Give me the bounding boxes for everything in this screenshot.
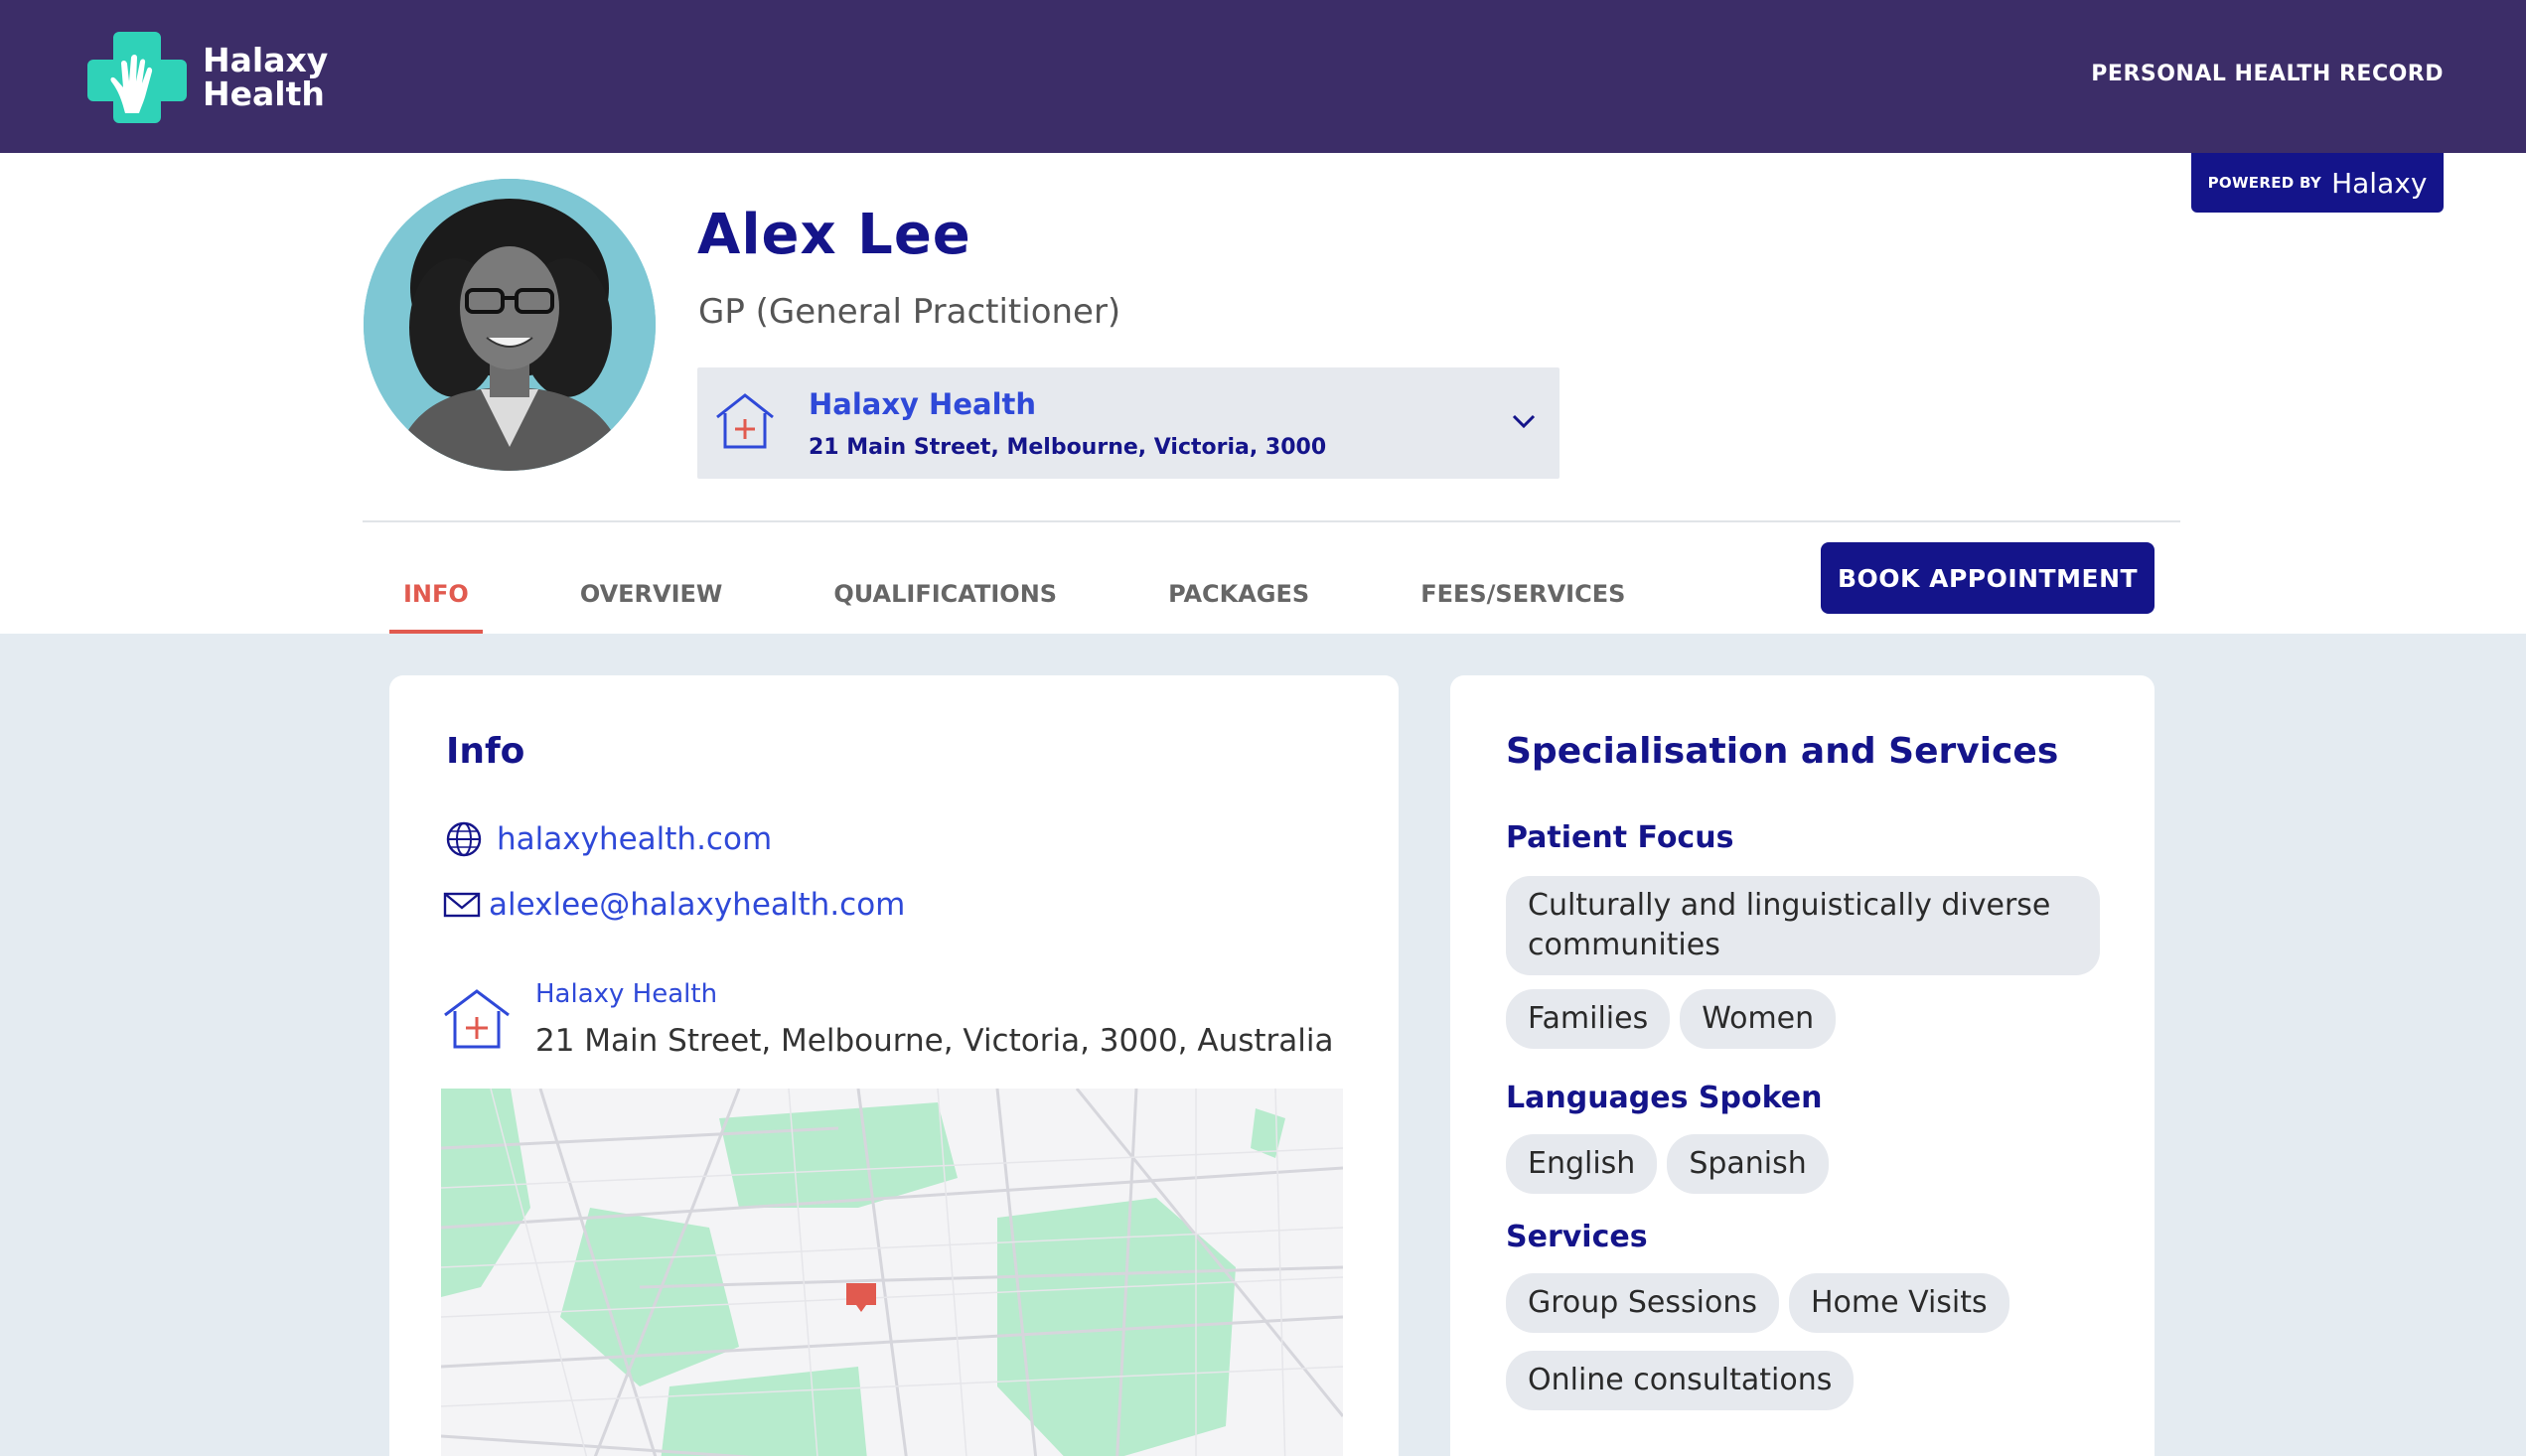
avatar <box>364 179 656 471</box>
tab-fees-services[interactable]: FEES/SERVICES <box>1407 568 1639 628</box>
service-chip: Group Sessions <box>1506 1273 1779 1333</box>
languages-heading: Languages Spoken <box>1506 1081 1823 1115</box>
patient-focus-chip: Women <box>1680 989 1837 1049</box>
book-appointment-button[interactable]: BOOK APPOINTMENT <box>1821 542 2155 614</box>
service-chip: Home Visits <box>1788 1273 2009 1333</box>
website-link[interactable]: halaxyhealth.com <box>497 821 772 857</box>
specialisation-title: Specialisation and Services <box>1506 731 2059 772</box>
location-selector[interactable]: Halaxy Health 21 Main Street, Melbourne,… <box>697 367 1560 479</box>
language-chips: English Spanish <box>1506 1134 2112 1194</box>
email-row: alexlee@halaxyhealth.com <box>443 886 905 924</box>
tab-overview[interactable]: OVERVIEW <box>566 568 737 628</box>
location-name: Halaxy Health <box>809 387 1037 421</box>
powered-by-badge[interactable]: POWERED BY Halaxy <box>2191 153 2444 213</box>
info-title: Info <box>446 731 525 772</box>
language-chip: Spanish <box>1667 1134 1829 1194</box>
personal-health-record-link[interactable]: PERSONAL HEALTH RECORD <box>2091 62 2444 86</box>
top-bar: Halaxy Health PERSONAL HEALTH RECORD <box>0 0 2526 153</box>
address-full: 21 Main Street, Melbourne, Victoria, 300… <box>535 1023 1334 1059</box>
powered-by-label: POWERED BY <box>2207 174 2322 192</box>
location-address: 21 Main Street, Melbourne, Victoria, 300… <box>809 435 1327 460</box>
divider <box>363 520 2180 522</box>
brand-line1: Halaxy <box>203 41 329 79</box>
service-chip: Online consultations <box>1506 1351 1855 1410</box>
specialisation-card: Specialisation and Services Patient Focu… <box>1450 675 2155 1456</box>
profile-section: POWERED BY Halaxy Alex Lee GP (General P… <box>0 153 2526 634</box>
avatar-portrait <box>364 179 656 471</box>
tab-packages[interactable]: PACKAGES <box>1154 568 1323 628</box>
provider-name: Alex Lee <box>697 203 971 267</box>
patient-focus-heading: Patient Focus <box>1506 820 1734 855</box>
powered-by-brand: Halaxy <box>2331 166 2428 200</box>
brand-name: Halaxy Health <box>203 44 328 111</box>
patient-focus-chip: Families <box>1506 989 1671 1049</box>
brand-logo[interactable]: Halaxy Health <box>87 26 336 129</box>
services-heading: Services <box>1506 1220 1648 1254</box>
website-row: halaxyhealth.com <box>445 820 772 858</box>
profile-tabs: INFO OVERVIEW QUALIFICATIONS PACKAGES FE… <box>389 568 1722 634</box>
patient-focus-chips: Culturally and linguistically diverse co… <box>1506 876 2112 1049</box>
info-card: Info halaxyhealth.com alexlee@halaxyheal… <box>389 675 1399 1456</box>
language-chip: English <box>1506 1134 1658 1194</box>
halaxy-cross-icon <box>87 28 187 127</box>
address-name-link[interactable]: Halaxy Health <box>535 979 717 1009</box>
chevron-down-icon[interactable] <box>1506 403 1542 439</box>
email-link[interactable]: alexlee@halaxyhealth.com <box>489 887 905 923</box>
tab-qualifications[interactable]: QUALIFICATIONS <box>819 568 1071 628</box>
globe-icon <box>445 820 483 858</box>
provider-role: GP (General Practitioner) <box>698 292 1121 332</box>
clinic-icon <box>713 391 777 451</box>
tab-info[interactable]: INFO <box>389 568 483 634</box>
patient-focus-chip: Culturally and linguistically diverse co… <box>1506 876 2100 975</box>
location-map[interactable] <box>441 1089 1343 1456</box>
brand-line2: Health <box>203 74 325 113</box>
service-chips: Group Sessions Home Visits Online consul… <box>1506 1273 2112 1410</box>
mail-icon <box>443 886 481 924</box>
clinic-icon <box>441 987 513 1051</box>
